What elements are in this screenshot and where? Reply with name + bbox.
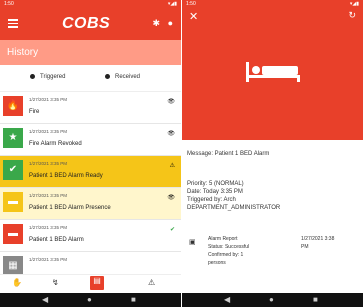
back-icon[interactable]: ◀ [42,295,48,304]
alarm-date: Date: Today 3:35 PM [187,189,243,195]
status-icons: ▾◢▮ [349,1,359,7]
alarm-triggered-by: Triggered by: Arch [187,197,236,203]
bed-icon [246,62,300,82]
report-icon: ▣ [189,239,196,246]
history-list: 🔥 1/27/2021 3:35 PM Fire 👁 ★ 1/27/2021 3:35 P… [0,92,181,284]
user-icon[interactable]: ● [168,18,173,28]
system-nav: ◀ ● ■ [182,293,363,307]
report-confirmed: Confirmed by: 1 [208,252,244,258]
report-status: Status: Successful [208,244,250,250]
item-time: 1/27/2021 3:35 PM [29,225,68,230]
item-time: 1/27/2021 3:35 PM [29,129,68,134]
bluetooth-icon[interactable]: ✱ [153,18,161,28]
app-bar: COBS ✱ ● [0,8,181,40]
status-bar: 1:50 ▾◢▮ [0,0,181,8]
alarm-priority: Priority: 5 (NORMAL) [187,181,244,187]
check-icon: ✔ [169,227,175,233]
alarm-icon[interactable]: ⚠ [148,278,155,287]
report-persons: persons [208,260,226,266]
back-icon[interactable]: ◀ [224,295,230,304]
alarm-department: DEPARTMENT_ADMINISTRATOR [187,205,281,211]
item-label: Patient 1 BED Alarm Presence [29,205,111,211]
report-ampm: PM [301,244,309,250]
item-label: Fire [29,109,40,115]
eye-icon: 👁 [167,195,175,201]
page-title: History [0,40,181,65]
item-time: 1/27/2021 3:35 PM [29,257,68,262]
alarm-message: Message: Patient 1 BED Alarm [187,151,270,157]
star-icon: ★ [3,128,23,148]
filter-bar: Triggered Received [0,65,181,92]
alarm-header: 1:50 ▾◢▮ ✕ ↻ [182,0,363,140]
home-icon[interactable]: ● [269,295,274,304]
item-label: Fire Alarm Revoked [29,141,82,147]
report-date: 1/27/2021 3:38 [301,236,335,242]
radio-icon [105,74,110,79]
home-icon[interactable]: ● [87,295,92,304]
recent-icon[interactable]: ■ [131,295,136,304]
item-time: 1/27/2021 3:35 PM [29,161,68,166]
menu-icon[interactable] [8,19,18,30]
hand-icon[interactable]: ✋ [12,278,22,287]
list-item[interactable]: ★ 1/27/2021 3:35 PM Fire Alarm Revoked 👁 [0,124,181,156]
bottom-nav: ✋ ↯ ▤ ⚠ [0,274,181,293]
status-icons: ▾◢▮ [167,1,177,7]
check-icon: ✔ [3,160,23,180]
eye-icon: 👁 [167,131,175,137]
refresh-icon[interactable]: ↻ [348,10,356,21]
brand-logo: COBS [62,15,111,32]
item-label: Patient 1 BED Alarm Ready [29,173,103,179]
history-tab-icon[interactable]: ▤ [90,276,104,290]
fire-icon: 🔥 [3,96,23,116]
item-time: 1/27/2021 3:35 PM [29,193,68,198]
item-label: Patient 1 BED Alarm [29,237,84,243]
close-icon[interactable]: ✕ [189,10,198,23]
radio-icon [30,74,35,79]
list-item[interactable]: ▬ 1/27/2021 3:35 PM Patient 1 BED Alarm Pr… [0,188,181,220]
report-title: Alarm Report [208,236,238,242]
list-item[interactable]: ▬ 1/27/2021 3:35 PM Patient 1 BED Alarm ✔ [0,220,181,252]
alarm-detail-screen: 1:50 ▾◢▮ ✕ ↻ Message: Patient 1 BED Alarm… [182,0,363,307]
app-bar-icons: ✱ ● [153,18,174,29]
eye-icon: 👁 [167,99,175,105]
grid-icon: ▦ [3,256,23,276]
filter-triggered[interactable]: Triggered [30,74,65,80]
bed-icon: ▬ [3,192,23,212]
gesture-icon[interactable]: ↯ [52,278,59,287]
bed-icon: ▬ [3,224,23,244]
status-time: 1:50 [186,1,196,7]
list-item[interactable]: 🔥 1/27/2021 3:35 PM Fire 👁 [0,92,181,124]
list-item[interactable]: ✔ 1/27/2021 3:35 PM Patient 1 BED Alarm Re… [0,156,181,188]
filter-received[interactable]: Received [105,74,140,80]
item-time: 1/27/2021 3:35 PM [29,97,68,102]
recent-icon[interactable]: ■ [313,295,318,304]
history-screen: 1:50 ▾◢▮ COBS ✱ ● History Triggered Recei… [0,0,181,307]
alarm-icon: ⚠ [169,163,175,169]
system-nav: ◀ ● ■ [0,293,181,307]
status-time: 1:50 [4,1,14,7]
